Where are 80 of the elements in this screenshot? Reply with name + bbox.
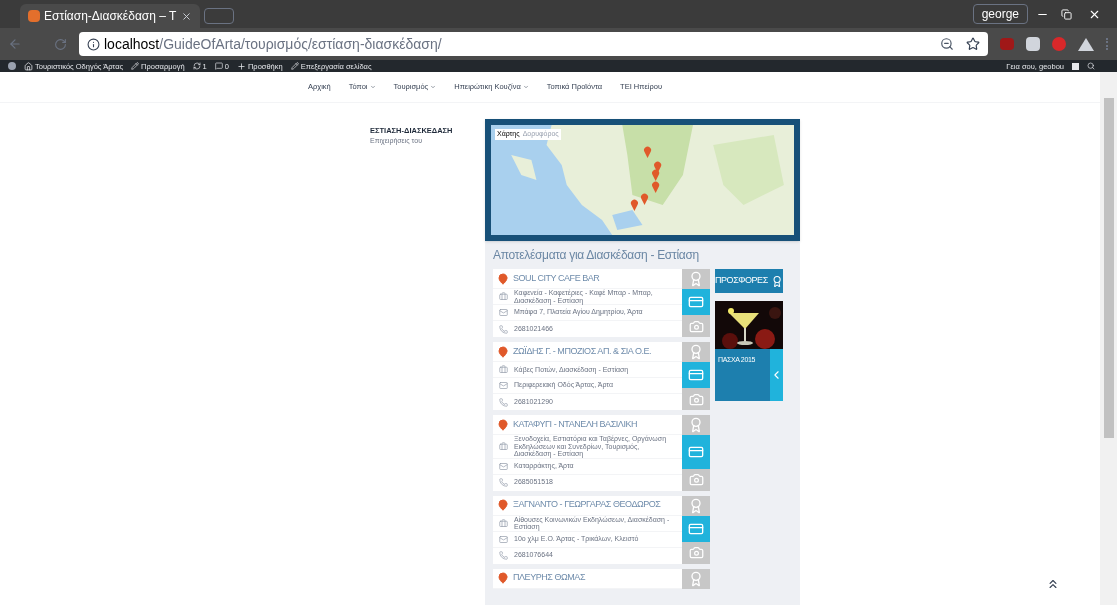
listing-name[interactable]: ΠΛΕΥΡΗΣ ΘΩΜΑΣ [513,571,586,585]
comment-icon [214,62,223,70]
previous-button[interactable] [770,349,783,401]
award-icon [688,417,704,433]
menu-icon[interactable] [1106,38,1109,50]
camera-icon [688,318,704,334]
tab-title: Εστίαση-Διασκέδαση – Τ [44,8,177,25]
photos-button[interactable] [682,468,710,491]
pin-icon [497,572,509,584]
camera-icon [688,472,704,487]
details-button[interactable] [682,435,710,469]
site-favicon-icon [28,10,40,22]
zoom-icon[interactable] [940,37,954,51]
briefcase-icon [499,365,508,374]
mail-icon [499,534,508,544]
profile-button[interactable]: george [972,4,1028,24]
caret-icon [522,84,529,90]
info-icon [87,37,100,51]
phone-icon [499,397,508,407]
browser-tab[interactable]: Εστίαση-Διασκέδαση – Τ [20,4,200,28]
phone-icon [499,551,508,560]
award-icon [688,344,704,360]
back-icon[interactable] [8,37,22,51]
new-tab-button[interactable] [204,8,234,24]
photos-button[interactable] [682,315,710,337]
address-field[interactable]: localhost/GuideOfArta/τουρισμός/εστίαση-διασκέδαση/ [79,32,988,56]
listing-name[interactable]: ΚΑΤΑΦΥΓΙ - ΝΤΑΝΕΛΗ ΒΑΣΙΛΙΚΗ [513,417,638,432]
details-button[interactable] [682,515,710,542]
url-text: localhost/GuideOfArta/τουρισμός/εστίαση-διασκέδαση/ [104,34,442,54]
caret-icon [369,84,376,90]
plus-icon [236,61,246,71]
phone-icon [499,324,508,334]
details-button[interactable] [682,289,710,315]
photos-button[interactable] [682,541,710,564]
pencil-icon [290,62,299,70]
camera-icon [688,545,704,560]
search-icon[interactable] [1087,62,1095,70]
scroll-thumb[interactable] [1103,98,1114,438]
phone-icon [499,478,508,487]
photos-button[interactable] [682,388,710,410]
wordpress-icon[interactable] [8,62,16,70]
pin-icon [497,345,509,358]
mail-icon [499,308,508,317]
pin-icon [497,418,509,431]
offers-button[interactable] [682,342,710,362]
results-title: Αποτελέσματα για Διασκέδαση - Εστίαση [493,247,700,264]
home-icon [24,61,33,71]
offers-button[interactable] [682,415,710,435]
offers-button[interactable] [682,269,710,289]
camera-icon [688,391,704,407]
back-to-top-icon[interactable] [1046,577,1060,591]
offers-button[interactable] [682,495,710,516]
mail-icon [499,381,508,390]
offers-title: ΠΡΟΣΦΟΡΕΣ [715,274,768,288]
caret-icon [430,84,437,90]
reload-icon[interactable] [54,37,67,51]
details-button[interactable] [682,362,710,388]
extension-icon[interactable] [1026,37,1040,51]
briefcase-icon [499,441,508,451]
briefcase-icon [499,518,508,528]
mail-icon [499,461,508,471]
close-icon[interactable] [181,10,192,22]
award-icon [688,570,704,587]
restore-icon[interactable] [1061,8,1072,20]
pencil-icon [131,62,140,70]
briefcase-icon [499,292,508,301]
listing-name[interactable]: SOUL CITY CAFE BAR [513,271,600,286]
award-icon [688,271,704,287]
offers-button[interactable] [682,568,710,589]
card-icon [688,294,704,310]
pin-icon [497,499,509,511]
star-icon[interactable] [966,37,980,51]
card-icon [688,367,704,383]
pin-icon [497,272,509,285]
refresh-icon [192,62,201,70]
award-icon [770,274,783,288]
listing-name[interactable]: ΞΑΓΝΑΝΤΟ - ΓΕΩΡΓΑΡΑΣ ΘΕΟΔΩΡΟΣ [513,498,661,512]
award-icon [688,497,704,514]
listing-name[interactable]: ΖΩΪΔΗΣ Γ. - ΜΠΟΖΙΟΣ ΑΠ. & ΣΙΑ Ο.Ε. [513,344,652,359]
avatar-icon [1072,62,1079,70]
